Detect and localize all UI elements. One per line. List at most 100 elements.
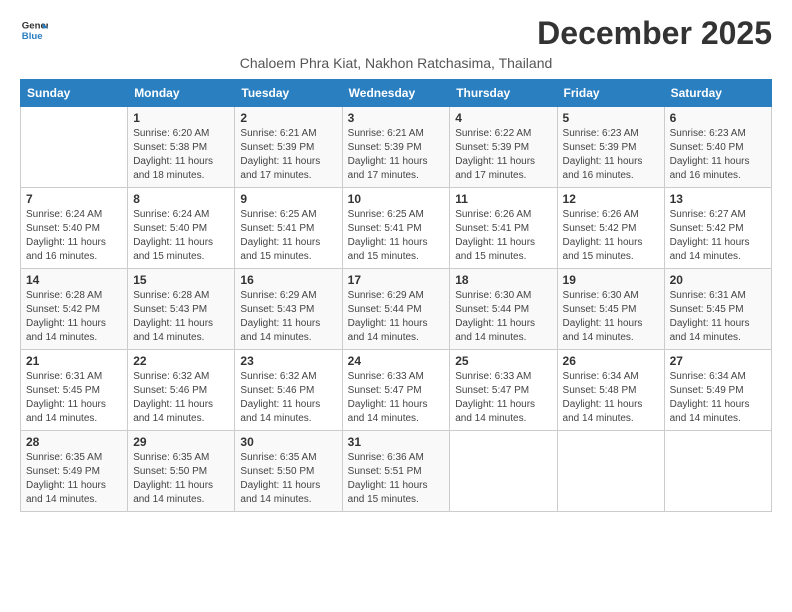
- main-title: December 2025: [537, 16, 772, 51]
- calendar-cell: [450, 431, 557, 512]
- calendar-cell: 2 Sunrise: 6:21 AM Sunset: 5:39 PM Daylig…: [235, 107, 342, 188]
- calendar-cell: 30 Sunrise: 6:35 AM Sunset: 5:50 PM Dayli…: [235, 431, 342, 512]
- day-info: Sunrise: 6:31 AM Sunset: 5:45 PM Dayligh…: [670, 289, 766, 345]
- day-number: 20: [670, 273, 766, 287]
- day-info: Sunrise: 6:24 AM Sunset: 5:40 PM Dayligh…: [133, 208, 229, 264]
- day-info: Sunrise: 6:21 AM Sunset: 5:39 PM Dayligh…: [240, 127, 336, 183]
- weekday-header-sunday: Sunday: [21, 80, 128, 107]
- weekday-header-thursday: Thursday: [450, 80, 557, 107]
- day-info: Sunrise: 6:29 AM Sunset: 5:44 PM Dayligh…: [348, 289, 445, 345]
- calendar-week-5: 28 Sunrise: 6:35 AM Sunset: 5:49 PM Dayli…: [21, 431, 772, 512]
- day-info: Sunrise: 6:33 AM Sunset: 5:47 PM Dayligh…: [455, 370, 551, 426]
- day-info: Sunrise: 6:20 AM Sunset: 5:38 PM Dayligh…: [133, 127, 229, 183]
- day-info: Sunrise: 6:27 AM Sunset: 5:42 PM Dayligh…: [670, 208, 766, 264]
- day-info: Sunrise: 6:34 AM Sunset: 5:48 PM Dayligh…: [563, 370, 659, 426]
- calendar-cell: 27 Sunrise: 6:34 AM Sunset: 5:49 PM Dayli…: [664, 350, 771, 431]
- svg-text:Blue: Blue: [22, 31, 43, 42]
- calendar-week-1: 1 Sunrise: 6:20 AM Sunset: 5:38 PM Daylig…: [21, 107, 772, 188]
- calendar-cell: [21, 107, 128, 188]
- logo: General Blue: [20, 16, 48, 44]
- day-number: 28: [26, 435, 122, 449]
- day-number: 22: [133, 354, 229, 368]
- day-number: 31: [348, 435, 445, 449]
- calendar-cell: 24 Sunrise: 6:33 AM Sunset: 5:47 PM Dayli…: [342, 350, 450, 431]
- day-info: Sunrise: 6:29 AM Sunset: 5:43 PM Dayligh…: [240, 289, 336, 345]
- day-number: 27: [670, 354, 766, 368]
- calendar-week-2: 7 Sunrise: 6:24 AM Sunset: 5:40 PM Daylig…: [21, 188, 772, 269]
- calendar-cell: [557, 431, 664, 512]
- calendar-cell: 31 Sunrise: 6:36 AM Sunset: 5:51 PM Dayli…: [342, 431, 450, 512]
- day-number: 4: [455, 111, 551, 125]
- subtitle: Chaloem Phra Kiat, Nakhon Ratchasima, Th…: [20, 55, 772, 71]
- calendar-cell: 12Sunrise: 6:26 AM Sunset: 5:42 PM Dayli…: [557, 188, 664, 269]
- calendar-cell: 23 Sunrise: 6:32 AM Sunset: 5:46 PM Dayli…: [235, 350, 342, 431]
- calendar-cell: 13 Sunrise: 6:27 AM Sunset: 5:42 PM Dayli…: [664, 188, 771, 269]
- calendar-cell: 21Sunrise: 6:31 AM Sunset: 5:45 PM Dayli…: [21, 350, 128, 431]
- day-number: 23: [240, 354, 336, 368]
- day-info: Sunrise: 6:35 AM Sunset: 5:50 PM Dayligh…: [133, 451, 229, 507]
- day-number: 2: [240, 111, 336, 125]
- day-number: 9: [240, 192, 336, 206]
- day-info: Sunrise: 6:32 AM Sunset: 5:46 PM Dayligh…: [240, 370, 336, 426]
- calendar-cell: 6 Sunrise: 6:23 AM Sunset: 5:40 PM Daylig…: [664, 107, 771, 188]
- day-number: 24: [348, 354, 445, 368]
- calendar-cell: 26 Sunrise: 6:34 AM Sunset: 5:48 PM Dayli…: [557, 350, 664, 431]
- day-number: 30: [240, 435, 336, 449]
- day-info: Sunrise: 6:36 AM Sunset: 5:51 PM Dayligh…: [348, 451, 445, 507]
- day-number: 7: [26, 192, 122, 206]
- calendar-cell: [664, 431, 771, 512]
- day-info: Sunrise: 6:35 AM Sunset: 5:50 PM Dayligh…: [240, 451, 336, 507]
- calendar-cell: 19 Sunrise: 6:30 AM Sunset: 5:45 PM Dayli…: [557, 269, 664, 350]
- calendar-header-row: SundayMondayTuesdayWednesdayThursdayFrid…: [21, 80, 772, 107]
- weekday-header-tuesday: Tuesday: [235, 80, 342, 107]
- logo-icon: General Blue: [20, 16, 48, 44]
- day-info: Sunrise: 6:25 AM Sunset: 5:41 PM Dayligh…: [240, 208, 336, 264]
- title-block: December 2025: [537, 16, 772, 51]
- day-number: 8: [133, 192, 229, 206]
- day-number: 13: [670, 192, 766, 206]
- day-info: Sunrise: 6:28 AM Sunset: 5:42 PM Dayligh…: [26, 289, 122, 345]
- day-number: 16: [240, 273, 336, 287]
- calendar-cell: 3Sunrise: 6:21 AM Sunset: 5:39 PM Daylig…: [342, 107, 450, 188]
- day-info: Sunrise: 6:23 AM Sunset: 5:40 PM Dayligh…: [670, 127, 766, 183]
- day-info: Sunrise: 6:33 AM Sunset: 5:47 PM Dayligh…: [348, 370, 445, 426]
- calendar-cell: 5 Sunrise: 6:23 AM Sunset: 5:39 PM Daylig…: [557, 107, 664, 188]
- day-info: Sunrise: 6:30 AM Sunset: 5:45 PM Dayligh…: [563, 289, 659, 345]
- day-info: Sunrise: 6:35 AM Sunset: 5:49 PM Dayligh…: [26, 451, 122, 507]
- day-info: Sunrise: 6:28 AM Sunset: 5:43 PM Dayligh…: [133, 289, 229, 345]
- calendar-cell: 7 Sunrise: 6:24 AM Sunset: 5:40 PM Daylig…: [21, 188, 128, 269]
- day-number: 25: [455, 354, 551, 368]
- weekday-header-friday: Friday: [557, 80, 664, 107]
- day-info: Sunrise: 6:34 AM Sunset: 5:49 PM Dayligh…: [670, 370, 766, 426]
- day-number: 12: [563, 192, 659, 206]
- calendar-cell: 18Sunrise: 6:30 AM Sunset: 5:44 PM Dayli…: [450, 269, 557, 350]
- weekday-header-monday: Monday: [128, 80, 235, 107]
- day-number: 10: [348, 192, 445, 206]
- calendar-cell: 9 Sunrise: 6:25 AM Sunset: 5:41 PM Daylig…: [235, 188, 342, 269]
- day-number: 3: [348, 111, 445, 125]
- calendar-table: SundayMondayTuesdayWednesdayThursdayFrid…: [20, 79, 772, 512]
- calendar-body: 1 Sunrise: 6:20 AM Sunset: 5:38 PM Daylig…: [21, 107, 772, 512]
- calendar-cell: 10Sunrise: 6:25 AM Sunset: 5:41 PM Dayli…: [342, 188, 450, 269]
- calendar-cell: 17 Sunrise: 6:29 AM Sunset: 5:44 PM Dayli…: [342, 269, 450, 350]
- calendar-cell: 29 Sunrise: 6:35 AM Sunset: 5:50 PM Dayli…: [128, 431, 235, 512]
- header: General Blue December 2025: [20, 16, 772, 51]
- day-info: Sunrise: 6:31 AM Sunset: 5:45 PM Dayligh…: [26, 370, 122, 426]
- day-number: 6: [670, 111, 766, 125]
- day-number: 5: [563, 111, 659, 125]
- day-number: 14: [26, 273, 122, 287]
- weekday-header-saturday: Saturday: [664, 80, 771, 107]
- calendar-week-3: 14 Sunrise: 6:28 AM Sunset: 5:42 PM Dayli…: [21, 269, 772, 350]
- calendar-cell: 22Sunrise: 6:32 AM Sunset: 5:46 PM Dayli…: [128, 350, 235, 431]
- day-number: 17: [348, 273, 445, 287]
- day-info: Sunrise: 6:22 AM Sunset: 5:39 PM Dayligh…: [455, 127, 551, 183]
- day-number: 1: [133, 111, 229, 125]
- calendar-week-4: 21Sunrise: 6:31 AM Sunset: 5:45 PM Dayli…: [21, 350, 772, 431]
- day-number: 29: [133, 435, 229, 449]
- day-number: 19: [563, 273, 659, 287]
- day-number: 15: [133, 273, 229, 287]
- day-info: Sunrise: 6:24 AM Sunset: 5:40 PM Dayligh…: [26, 208, 122, 264]
- day-info: Sunrise: 6:23 AM Sunset: 5:39 PM Dayligh…: [563, 127, 659, 183]
- calendar-cell: 15 Sunrise: 6:28 AM Sunset: 5:43 PM Dayli…: [128, 269, 235, 350]
- day-number: 26: [563, 354, 659, 368]
